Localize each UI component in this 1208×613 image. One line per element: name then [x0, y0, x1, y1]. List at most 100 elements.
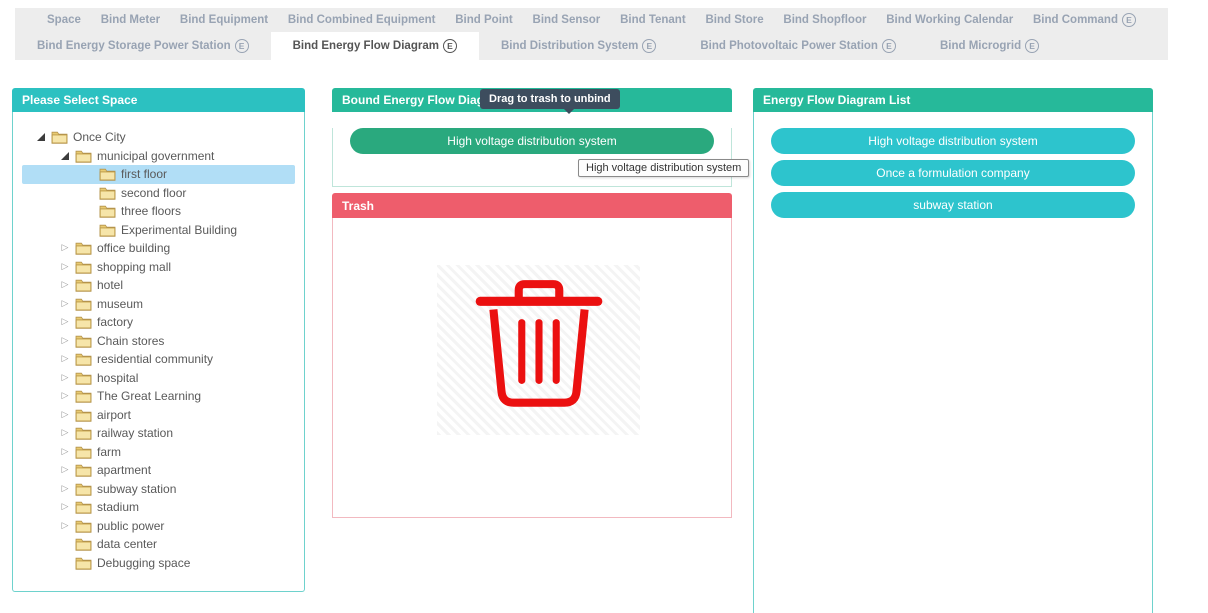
tab-label: Bind Shopfloor [783, 14, 866, 26]
tree-node-hospital[interactable]: hospital [22, 369, 295, 388]
folder-icon [75, 389, 92, 403]
tab-bind-point[interactable]: Bind Point [447, 8, 521, 32]
tree-node-data-center[interactable]: data center [22, 535, 295, 554]
tab-label: Bind Command [1033, 14, 1118, 26]
folder-icon [51, 130, 68, 144]
tree-collapsed-icon[interactable] [58, 315, 72, 329]
tree-node-experimental-building[interactable]: Experimental Building [22, 221, 295, 240]
folder-icon [75, 537, 92, 551]
folder-icon [75, 371, 92, 385]
tab-row-secondary: Bind Energy Storage Power StationEBind E… [15, 32, 1168, 60]
tab-bind-equipment[interactable]: Bind Equipment [172, 8, 276, 32]
tree-expanded-icon[interactable] [34, 130, 48, 144]
tab-bind-photovoltaic-power-station[interactable]: Bind Photovoltaic Power StationE [678, 32, 918, 60]
tab-label: Bind Store [705, 14, 763, 26]
tree-node-first-floor[interactable]: first floor [22, 165, 295, 184]
tab-bind-distribution-system[interactable]: Bind Distribution SystemE [479, 32, 678, 60]
folder-icon [75, 278, 92, 292]
folder-icon [75, 463, 92, 477]
tab-bind-store[interactable]: Bind Store [697, 8, 771, 32]
tree-node-label: Experimental Building [121, 223, 237, 237]
drag-to-trash-tooltip: Drag to trash to unbind [480, 89, 620, 109]
tree-no-toggle [58, 556, 72, 570]
tab-label: Bind Point [455, 14, 513, 26]
tree-node-museum[interactable]: museum [22, 295, 295, 314]
tab-bind-energy-flow-diagram[interactable]: Bind Energy Flow DiagramE [271, 32, 479, 60]
e-badge-icon: E [1122, 13, 1136, 27]
tree-no-toggle [58, 537, 72, 551]
tree-collapsed-icon[interactable] [58, 389, 72, 403]
tree-collapsed-icon[interactable] [58, 352, 72, 366]
tree-node-subway-station[interactable]: subway station [22, 480, 295, 499]
tree-node-debugging-space[interactable]: Debugging space [22, 554, 295, 573]
tree-node-shopping-mall[interactable]: shopping mall [22, 258, 295, 277]
tree-collapsed-icon[interactable] [58, 241, 72, 255]
space-tree-panel: Please Select Space Once City municipal … [12, 88, 305, 593]
tree-node-municipal-government[interactable]: municipal government [22, 147, 295, 166]
tree-node-label: data center [97, 537, 157, 551]
tree-collapsed-icon[interactable] [58, 500, 72, 514]
tree-node-chain-stores[interactable]: Chain stores [22, 332, 295, 351]
tree-collapsed-icon[interactable] [58, 463, 72, 477]
tree-collapsed-icon[interactable] [58, 371, 72, 385]
tree-node-three-floors[interactable]: three floors [22, 202, 295, 221]
trash-drop-zone[interactable] [332, 218, 732, 518]
tree-node-label: public power [97, 519, 164, 533]
tree-collapsed-icon[interactable] [58, 445, 72, 459]
tree-node-stadium[interactable]: stadium [22, 498, 295, 517]
e-badge-icon: E [235, 39, 249, 53]
tree-node-residential-community[interactable]: residential community [22, 350, 295, 369]
tree-node-label: Debugging space [97, 556, 190, 570]
diagram-list-pill[interactable]: High voltage distribution system [771, 128, 1135, 154]
tree-node-label: farm [97, 445, 121, 459]
tab-bind-working-calendar[interactable]: Bind Working Calendar [878, 8, 1021, 32]
tree-node-once-city[interactable]: Once City [22, 128, 295, 147]
tree-node-the-great-learning[interactable]: The Great Learning [22, 387, 295, 406]
folder-icon [99, 204, 116, 218]
tab-space[interactable]: Space [39, 8, 89, 32]
tree-node-hotel[interactable]: hotel [22, 276, 295, 295]
tree-node-public-power[interactable]: public power [22, 517, 295, 536]
folder-icon [75, 352, 92, 366]
tree-node-farm[interactable]: farm [22, 443, 295, 462]
tree-no-toggle [82, 223, 96, 237]
tree-node-railway-station[interactable]: railway station [22, 424, 295, 443]
tab-bind-tenant[interactable]: Bind Tenant [612, 8, 694, 32]
folder-icon [75, 408, 92, 422]
tree-node-second-floor[interactable]: second floor [22, 184, 295, 203]
diagram-list: High voltage distribution system Once a f… [753, 112, 1153, 613]
tab-bind-microgrid[interactable]: Bind MicrogridE [918, 32, 1061, 60]
tree-node-factory[interactable]: factory [22, 313, 295, 332]
tree-node-office-building[interactable]: office building [22, 239, 295, 258]
tree-collapsed-icon[interactable] [58, 482, 72, 496]
tree-node-apartment[interactable]: apartment [22, 461, 295, 480]
tree-collapsed-icon[interactable] [58, 408, 72, 422]
tab-bind-combined-equipment[interactable]: Bind Combined Equipment [280, 8, 444, 32]
tree-collapsed-icon[interactable] [58, 278, 72, 292]
tree-node-label: railway station [97, 426, 173, 440]
tree-node-label: first floor [121, 167, 167, 181]
e-badge-icon: E [882, 39, 896, 53]
tree-node-airport[interactable]: airport [22, 406, 295, 425]
tree-expanded-icon[interactable] [58, 149, 72, 163]
e-badge-icon: E [443, 39, 457, 53]
tab-bind-meter[interactable]: Bind Meter [93, 8, 168, 32]
tree-collapsed-icon[interactable] [58, 426, 72, 440]
bound-diagram-pill[interactable]: High voltage distribution system [350, 128, 714, 154]
tree-collapsed-icon[interactable] [58, 297, 72, 311]
tab-bind-sensor[interactable]: Bind Sensor [525, 8, 609, 32]
tab-bind-shopfloor[interactable]: Bind Shopfloor [775, 8, 874, 32]
diagram-list-pill[interactable]: subway station [771, 192, 1135, 218]
folder-icon [75, 500, 92, 514]
diagram-list-pill[interactable]: Once a formulation company [771, 160, 1135, 186]
folder-icon [75, 445, 92, 459]
tree-collapsed-icon[interactable] [58, 334, 72, 348]
tab-label: Bind Microgrid [940, 40, 1021, 52]
tab-bind-command[interactable]: Bind Command E [1025, 8, 1144, 32]
tree-collapsed-icon[interactable] [58, 519, 72, 533]
folder-icon [75, 297, 92, 311]
tree-collapsed-icon[interactable] [58, 260, 72, 274]
folder-icon [75, 556, 92, 570]
tree-node-label: apartment [97, 463, 151, 477]
tab-bind-energy-storage-power-station[interactable]: Bind Energy Storage Power StationE [15, 32, 271, 60]
